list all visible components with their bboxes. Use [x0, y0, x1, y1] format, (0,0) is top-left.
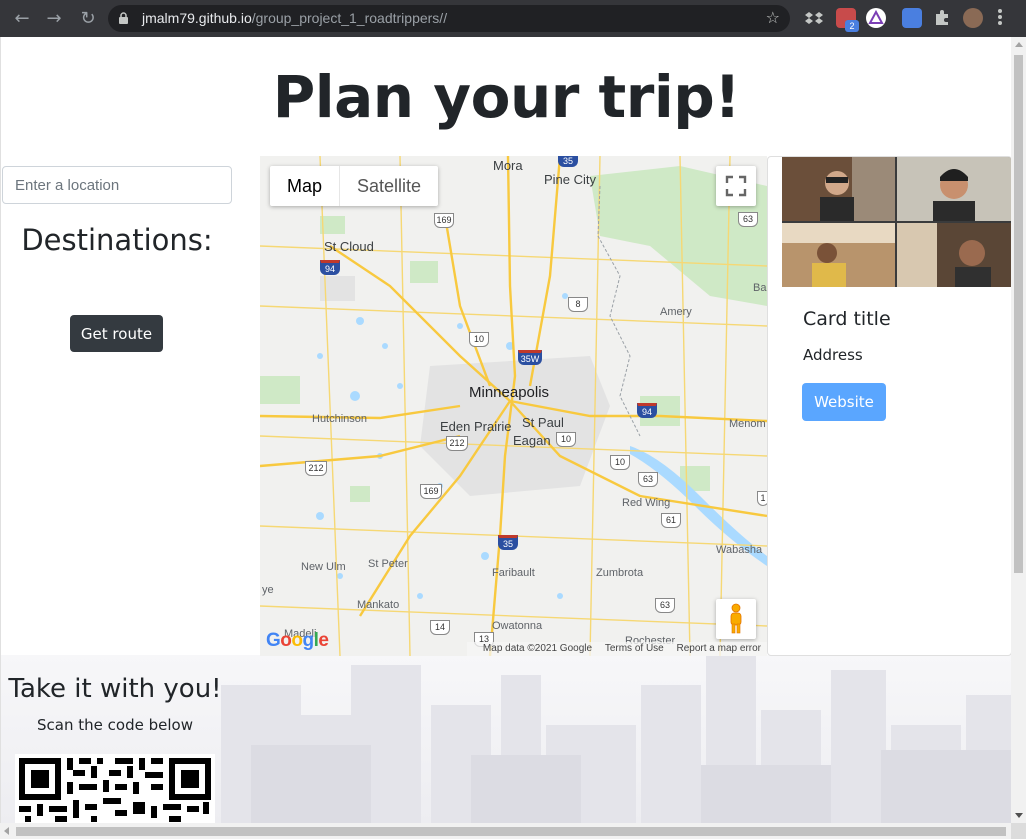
page-title: Plan your trip! — [272, 63, 741, 131]
shield-10-center: 10 — [556, 432, 576, 447]
video-tile-3 — [782, 223, 895, 287]
scroll-up-icon[interactable] — [1015, 42, 1023, 47]
shield-8: 8 — [568, 297, 588, 312]
url-text: jmalm79.github.io/group_project_1_roadtr… — [142, 10, 448, 26]
address-bar[interactable]: jmalm79.github.io/group_project_1_roadtr… — [108, 5, 790, 32]
extension-icon-triangle[interactable] — [866, 8, 886, 28]
map-label-st-paul: St Paul — [522, 415, 564, 430]
shield-169-center: 169 — [420, 484, 442, 499]
map-label-wabasha: Wabasha — [716, 544, 763, 556]
dropbox-extension-icon[interactable] — [804, 8, 824, 28]
reload-icon[interactable]: ↻ — [76, 7, 100, 31]
get-route-button[interactable]: Get route — [70, 315, 163, 352]
back-icon[interactable]: ← — [10, 7, 34, 31]
map-label-mora: Mora — [493, 158, 523, 173]
map-data-attribution: Map data ©2021 Google — [482, 643, 593, 654]
shield-10-southeast: 10 — [610, 455, 630, 470]
take-it-with-you-heading: Take it with you! — [8, 674, 222, 704]
lock-icon — [119, 12, 128, 24]
card-address: Address — [803, 346, 863, 364]
extension-icon-blue[interactable] — [902, 8, 922, 28]
google-logo[interactable]: Google — [266, 630, 329, 652]
shield-63-south: 63 — [655, 598, 675, 613]
card-image — [782, 157, 1011, 287]
scroll-left-icon[interactable] — [4, 827, 9, 835]
map-label-eagan: Eagan — [513, 433, 551, 448]
video-tile-4 — [897, 223, 1011, 287]
location-input[interactable] — [2, 166, 232, 204]
map-type-map-button[interactable]: Map — [270, 166, 341, 206]
video-tile-1 — [782, 157, 895, 221]
pegman-icon — [730, 603, 742, 634]
vertical-scroll-thumb[interactable] — [1014, 55, 1023, 573]
map-label-zumbrota: Zumbrota — [596, 567, 644, 579]
horizontal-scrollbar[interactable] — [0, 823, 1011, 839]
shield-1-edge: 1 — [757, 491, 767, 506]
report-map-error-link[interactable]: Report a map error — [677, 643, 761, 654]
map-label-owatonna: Owatonna — [492, 620, 543, 632]
street-view-pegman-button[interactable] — [716, 599, 756, 639]
map-label-pine-city: Pine City — [544, 172, 597, 187]
website-button[interactable]: Website — [802, 383, 886, 421]
video-tile-2 — [897, 157, 1011, 221]
extension-badge: 2 — [845, 20, 859, 32]
shield-35-south: 35 — [498, 535, 518, 550]
map-type-satellite-button[interactable]: Satellite — [340, 166, 438, 206]
shield-14: 14 — [430, 620, 450, 635]
map-label-amery: Amery — [660, 306, 692, 318]
browser-menu-icon[interactable] — [998, 9, 1002, 27]
qr-code — [15, 754, 215, 823]
vertical-scrollbar[interactable] — [1011, 37, 1026, 823]
map-label-menom: Menom — [729, 418, 766, 430]
map-tiles[interactable] — [260, 156, 767, 656]
shield-63-center: 63 — [638, 472, 658, 487]
forward-icon[interactable]: → — [42, 7, 66, 31]
terms-of-use-link[interactable]: Terms of Use — [605, 643, 664, 654]
shield-169-top: 169 — [434, 213, 454, 228]
horizontal-scroll-thumb[interactable] — [16, 827, 1006, 836]
scroll-down-icon[interactable] — [1015, 813, 1023, 818]
page-viewport: Plan your trip! Destinations: Get route — [0, 37, 1011, 823]
shield-35w: 35W — [518, 350, 542, 365]
shield-94-east: 94 — [637, 403, 657, 418]
map-label-red-wing: Red Wing — [622, 497, 671, 509]
fullscreen-button[interactable] — [716, 166, 756, 206]
shield-212-east: 212 — [446, 436, 468, 451]
google-map[interactable]: Mora Pine City St Cloud Ba Amery Minneap… — [260, 156, 767, 656]
map-label-hutchinson: Hutchinson — [312, 413, 368, 425]
map-label-faribault: Faribault — [492, 567, 535, 579]
puzzle-icon[interactable] — [932, 8, 952, 28]
map-label-minneapolis: Minneapolis — [469, 384, 550, 401]
map-label-ba: Ba — [753, 282, 767, 294]
map-label-ye: ye — [262, 584, 274, 596]
shield-212-west: 212 — [305, 461, 327, 476]
bookmark-star-icon[interactable]: ☆ — [766, 8, 780, 27]
map-type-toggle: Map Satellite — [270, 166, 439, 206]
browser-toolbar: ← → ↻ jmalm79.github.io/group_project_1_… — [0, 0, 1026, 37]
shield-35-top: 35 — [558, 156, 578, 167]
shield-63-top: 63 — [738, 212, 758, 227]
scan-code-subtitle: Scan the code below — [37, 716, 193, 734]
map-attribution-bar: Map data ©2021 Google Terms of Use Repor… — [466, 642, 767, 656]
shield-61: 61 — [661, 513, 681, 528]
card-title: Card title — [803, 308, 891, 330]
profile-avatar[interactable] — [963, 8, 983, 28]
map-label-new-ulm: New Ulm — [301, 561, 346, 573]
map-label-mankato: Mankato — [357, 599, 400, 611]
destinations-heading: Destinations: — [21, 223, 213, 257]
map-label-eden-prairie: Eden Prairie — [440, 419, 512, 434]
map-label-st-cloud: St Cloud — [324, 239, 374, 254]
map-label-st-peter: St Peter — [368, 558, 408, 570]
shield-10-north: 10 — [469, 332, 489, 347]
fullscreen-icon — [725, 175, 747, 197]
shield-94-west: 94 — [320, 260, 340, 275]
place-card: Card title Address Website — [767, 156, 1011, 656]
scrollbar-corner — [1011, 823, 1026, 839]
